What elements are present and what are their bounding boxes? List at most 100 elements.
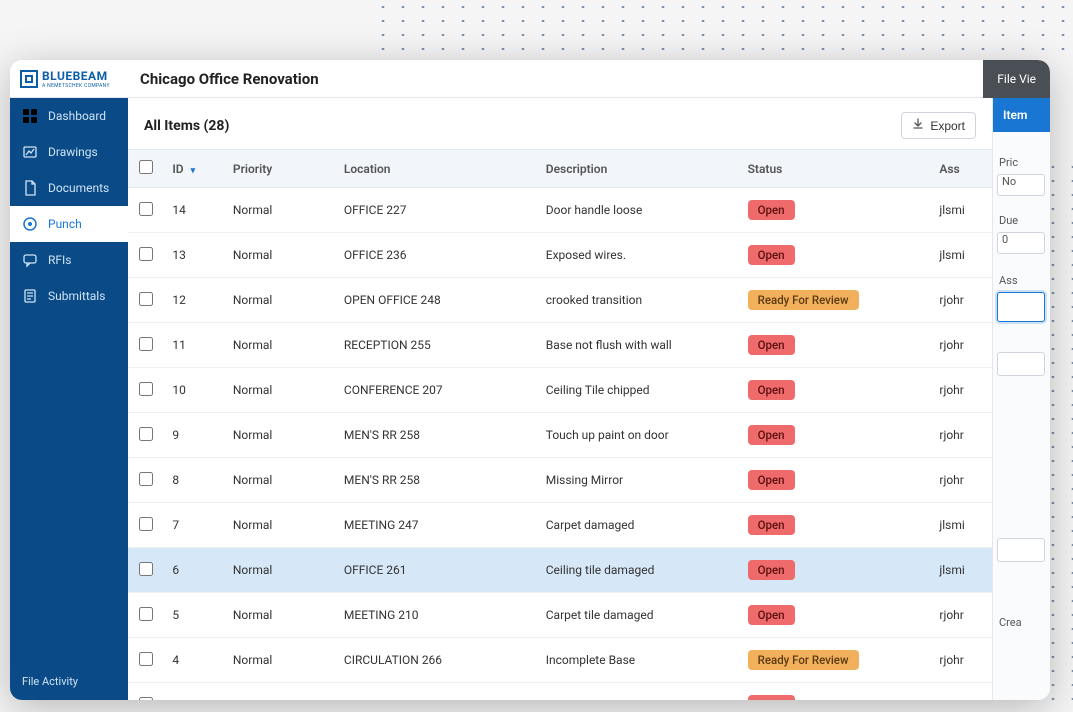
cell-assignee: rjohr	[931, 683, 992, 701]
cell-description: Incomplete Base	[538, 638, 740, 683]
sidebar-item-punch[interactable]: Punch	[10, 206, 128, 242]
sidebar-item-label: Drawings	[48, 145, 98, 159]
status-badge[interactable]: Open	[748, 605, 795, 625]
sidebar-item-drawings[interactable]: Drawings	[10, 134, 128, 170]
sidebar-file-activity[interactable]: File Activity	[10, 663, 128, 700]
cell-description: Missing Mirror	[538, 458, 740, 503]
status-badge[interactable]: Open	[748, 560, 795, 580]
table-row[interactable]: 4NormalCIRCULATION 266Incomplete BaseRea…	[128, 638, 992, 683]
cell-assignee: jlsmi	[931, 233, 992, 278]
detail-field[interactable]	[997, 352, 1045, 376]
sidebar-item-label: Submittals	[48, 289, 105, 303]
cell-id: 14	[164, 188, 225, 233]
cell-location: CONFERENCE 207	[336, 368, 538, 413]
sidebar-item-submittals[interactable]: Submittals	[10, 278, 128, 314]
table-row[interactable]: 10NormalCONFERENCE 207Ceiling Tile chipp…	[128, 368, 992, 413]
cell-status: Open	[740, 233, 932, 278]
cell-description: Door hardware missing.	[538, 683, 740, 701]
row-checkbox[interactable]	[139, 337, 153, 351]
cell-location: MEETING 247	[336, 503, 538, 548]
row-checkbox[interactable]	[139, 652, 153, 666]
status-badge[interactable]: Ready For Review	[748, 650, 859, 670]
detail-field[interactable]	[997, 538, 1045, 562]
row-checkbox[interactable]	[139, 697, 153, 701]
row-checkbox[interactable]	[139, 562, 153, 576]
cell-priority: Normal	[225, 413, 336, 458]
row-checkbox[interactable]	[139, 517, 153, 531]
detail-assignees-input[interactable]	[997, 292, 1045, 322]
cell-id: 4	[164, 638, 225, 683]
column-header-id[interactable]: ID ▾	[164, 150, 225, 188]
cell-description: Carpet tile damaged	[538, 593, 740, 638]
cell-status: Open	[740, 503, 932, 548]
sidebar-item-label: Punch	[48, 217, 82, 231]
bluebeam-icon	[20, 70, 38, 88]
row-checkbox[interactable]	[139, 427, 153, 441]
cell-status: Ready For Review	[740, 278, 932, 323]
column-header-description[interactable]: Description	[538, 150, 740, 188]
cell-priority: Normal	[225, 548, 336, 593]
table-row[interactable]: 14NormalOFFICE 227Door handle looseOpenj…	[128, 188, 992, 233]
column-header-priority[interactable]: Priority	[225, 150, 336, 188]
status-badge[interactable]: Ready For Review	[748, 290, 859, 310]
row-checkbox[interactable]	[139, 382, 153, 396]
export-button[interactable]: Export	[901, 112, 976, 139]
cell-status: Open	[740, 323, 932, 368]
table-row[interactable]: 5NormalMEETING 210Carpet tile damaged Ope…	[128, 593, 992, 638]
sidebar-item-documents[interactable]: Documents	[10, 170, 128, 206]
app-window: BLUEBEAM A NEMETSCHEK COMPANY Chicago Of…	[10, 60, 1050, 700]
cell-location: OPEN OFFICE 248	[336, 278, 538, 323]
cell-id: 13	[164, 233, 225, 278]
row-checkbox[interactable]	[139, 247, 153, 261]
cell-priority: Normal	[225, 368, 336, 413]
table-row[interactable]: 6NormalOFFICE 261Ceiling tile damagedOpe…	[128, 548, 992, 593]
brand-name: BLUEBEAM	[42, 69, 110, 83]
select-all-checkbox[interactable]	[139, 160, 153, 174]
file-view-button[interactable]: File Vie	[983, 60, 1050, 98]
row-checkbox[interactable]	[139, 292, 153, 306]
cell-description: Base not flush with wall	[538, 323, 740, 368]
status-badge[interactable]: Open	[748, 425, 795, 445]
cell-assignee: rjohr	[931, 593, 992, 638]
cell-status: Open	[740, 368, 932, 413]
cell-priority: Normal	[225, 593, 336, 638]
table-row[interactable]: 12NormalOPEN OFFICE 248crooked transitio…	[128, 278, 992, 323]
status-badge[interactable]: Open	[748, 335, 795, 355]
column-header-status[interactable]: Status	[740, 150, 932, 188]
detail-created-label: Crea	[999, 616, 1022, 629]
table-row[interactable]: 9NormalMEN'S RR 258Touch up paint on doo…	[128, 413, 992, 458]
cell-priority: Normal	[225, 188, 336, 233]
cell-description: Touch up paint on door	[538, 413, 740, 458]
cell-assignee: rjohr	[931, 323, 992, 368]
status-badge[interactable]: Open	[748, 245, 795, 265]
brand-subtitle: A NEMETSCHEK COMPANY	[42, 83, 110, 89]
status-badge[interactable]: Open	[748, 695, 795, 700]
column-header-assignees[interactable]: Ass	[931, 150, 992, 188]
status-badge[interactable]: Open	[748, 200, 795, 220]
items-heading: All Items (28)	[144, 118, 229, 134]
sidebar-item-dashboard[interactable]: Dashboard	[10, 98, 128, 134]
sidebar-item-rfis[interactable]: RFIs	[10, 242, 128, 278]
row-checkbox[interactable]	[139, 472, 153, 486]
drawings-icon	[22, 144, 38, 160]
detail-tab-item[interactable]: Item	[993, 98, 1050, 132]
row-checkbox[interactable]	[139, 607, 153, 621]
cell-id: 9	[164, 413, 225, 458]
cell-assignee: jlsmi	[931, 503, 992, 548]
cell-location: CIRCULATION 266	[336, 638, 538, 683]
status-badge[interactable]: Open	[748, 380, 795, 400]
table-row[interactable]: 7NormalMEETING 247Carpet damagedOpenjlsm…	[128, 503, 992, 548]
status-badge[interactable]: Open	[748, 515, 795, 535]
row-checkbox[interactable]	[139, 202, 153, 216]
table-row[interactable]: 13NormalOFFICE 236Exposed wires.Openjlsm…	[128, 233, 992, 278]
table-row[interactable]: 3NormalWOMEN'S RR 254Door hardware missi…	[128, 683, 992, 701]
detail-priority-select[interactable]: No	[997, 174, 1045, 196]
status-badge[interactable]: Open	[748, 470, 795, 490]
detail-due-input[interactable]: 0	[997, 232, 1045, 254]
table-row[interactable]: 8NormalMEN'S RR 258Missing MirrorOpenrjo…	[128, 458, 992, 503]
column-header-location[interactable]: Location	[336, 150, 538, 188]
brand-logo[interactable]: BLUEBEAM A NEMETSCHEK COMPANY	[20, 69, 128, 89]
cell-id: 5	[164, 593, 225, 638]
cell-location: MEETING 210	[336, 593, 538, 638]
table-row[interactable]: 11NormalRECEPTION 255Base not flush with…	[128, 323, 992, 368]
